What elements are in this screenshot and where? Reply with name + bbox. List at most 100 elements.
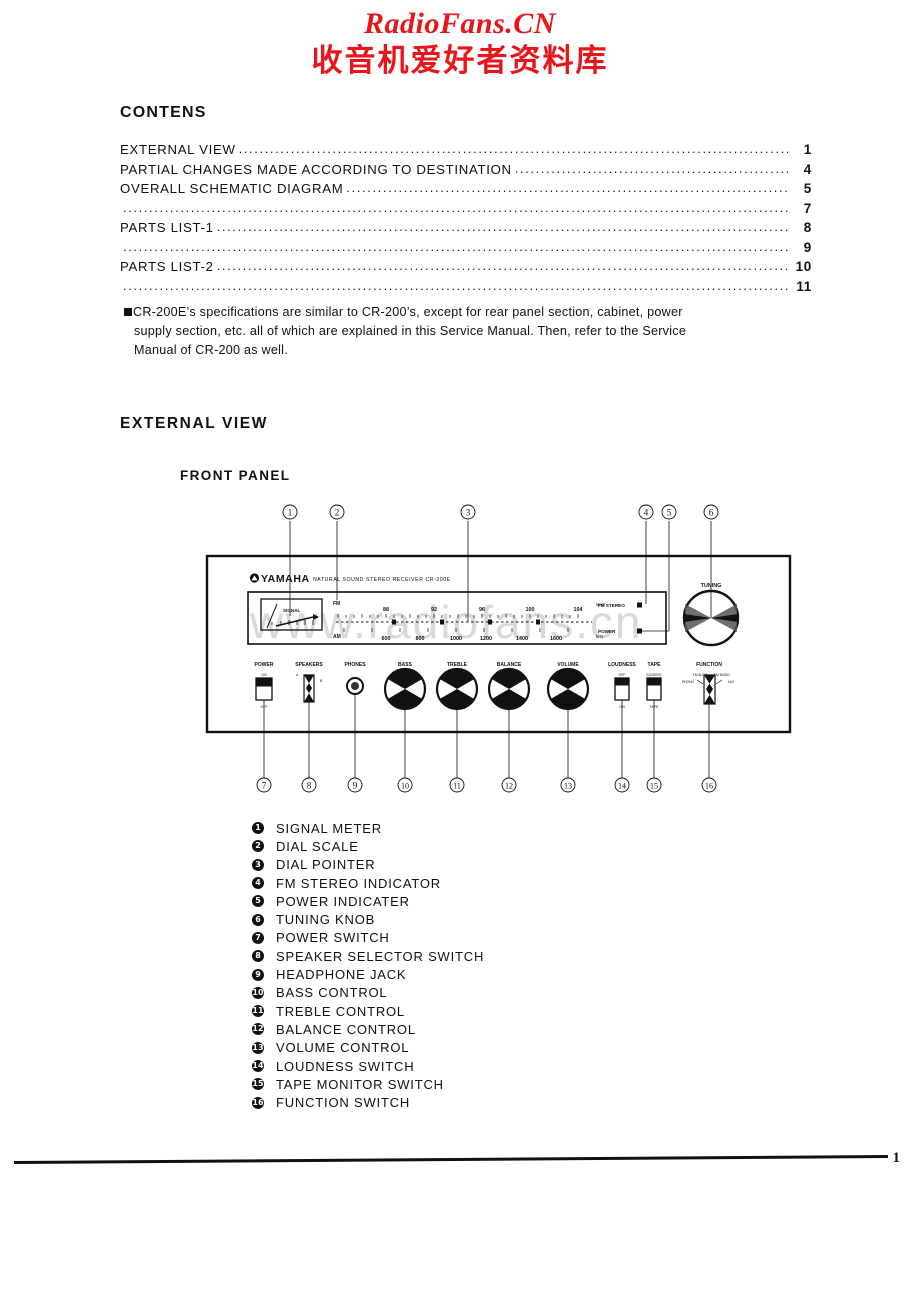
am-scale-ticks — [343, 628, 569, 632]
toc-leader-dots: ........................................… — [123, 199, 788, 215]
svg-text:800: 800 — [416, 636, 425, 642]
svg-text:15: 15 — [650, 782, 658, 791]
note-line-1: CR-200E’s specifications are similar to … — [133, 305, 683, 319]
legend-item-number: 13 — [252, 1041, 264, 1054]
legend-item-label: FUNCTION SWITCH — [276, 1095, 411, 1111]
contents-title: CONTENS — [120, 104, 207, 121]
band-label-am: AM — [333, 634, 341, 640]
callout-leader-lines-top — [289, 521, 712, 632]
svg-text:88: 88 — [383, 607, 389, 613]
legend-item-number: 5 — [252, 895, 264, 908]
toc-entry-page: 10 — [795, 259, 812, 274]
svg-text:AUX: AUX — [728, 680, 736, 684]
yamaha-logo: YAMAHA — [249, 573, 309, 585]
svg-text:1400: 1400 — [516, 636, 528, 642]
legend-item: 13 VOLUME CONTROL — [252, 1039, 484, 1057]
table-of-contents: EXTERNAL VIEW...........................… — [120, 141, 812, 299]
toc-leader-dots: ........................................… — [216, 258, 788, 273]
balance-control-knob — [487, 667, 531, 778]
model-designation-text: NATURAL SOUND STEREO RECEIVER CR-200E — [313, 577, 451, 583]
fm-stereo-indicator: FM STEREO — [598, 602, 642, 608]
toc-entry-page: 7 — [803, 200, 812, 216]
toc-entry[interactable]: ........................................… — [120, 199, 812, 221]
toc-leader-dots: ........................................… — [216, 219, 788, 234]
legend-item-label: LOUDNESS SWITCH — [276, 1058, 415, 1074]
watermark-cjk-text: 收音机爱好者资料库 — [311, 42, 609, 79]
svg-text:1600: 1600 — [550, 636, 562, 642]
page-number: 1 — [892, 1150, 901, 1166]
loudness-switch: OFF ON — [614, 673, 630, 778]
dial-pointer-markers — [392, 619, 540, 625]
compatibility-note: CR-200E’s specifications are similar to … — [124, 303, 804, 360]
legend-item-number: 9 — [252, 968, 264, 981]
toc-leader-dots: ........................................… — [123, 238, 788, 254]
fm-scale-ticks — [337, 614, 579, 618]
site-watermark-header: RadioFans.CN 收音机爱好者资料库 — [0, 8, 920, 80]
legend-item-label: DIAL POINTER — [276, 857, 376, 873]
footer-divider-rule — [14, 1155, 888, 1164]
toc-entry[interactable]: PARTIAL CHANGES MADE ACCORDING TO DESTIN… — [120, 160, 812, 182]
legend-item-label: SIGNAL METER — [276, 820, 382, 836]
svg-text:ON: ON — [619, 705, 625, 709]
svg-text:FM MONO: FM MONO — [714, 673, 730, 677]
legend-item-label: TUNING KNOB — [276, 912, 376, 928]
volume-control-knob — [546, 667, 590, 778]
svg-text:PHONO: PHONO — [682, 680, 695, 684]
legend-item-number: 8 — [252, 950, 264, 963]
legend-item-label: POWER INDICATER — [276, 893, 410, 909]
toc-entry-label: OVERALL SCHEMATIC DIAGRAM — [120, 181, 344, 196]
toc-entry[interactable]: ........................................… — [120, 278, 812, 299]
legend-item-label: DIAL SCALE — [276, 838, 359, 854]
note-line-3: Manual of CR-200 as well. — [134, 343, 288, 357]
legend-item-number: 2 — [252, 840, 264, 853]
svg-text:9: 9 — [353, 781, 358, 791]
svg-text:SOURCE: SOURCE — [646, 673, 662, 677]
note-line-2: supply section, etc. all of which are ex… — [134, 324, 687, 338]
svg-text:FM AUTO: FM AUTO — [693, 673, 708, 677]
svg-text:1: 1 — [288, 508, 293, 518]
control-label-tape: TAPE — [648, 662, 662, 668]
svg-text:11: 11 — [453, 782, 461, 791]
toc-entry[interactable]: PARTS LIST-2............................… — [120, 258, 812, 279]
legend-item-number: 14 — [252, 1060, 264, 1072]
legend-item-label: POWER SWITCH — [276, 930, 390, 946]
legend-item: 2 DIAL SCALE — [252, 837, 484, 855]
toc-leader-dots: ........................................… — [514, 160, 788, 176]
svg-text:14: 14 — [618, 782, 626, 791]
toc-entry-label: PARTS LIST-1 — [120, 220, 214, 235]
svg-text:2: 2 — [335, 508, 340, 518]
legend-item: 12 BALANCE CONTROL — [252, 1020, 484, 1038]
svg-text:7: 7 — [262, 781, 267, 791]
svg-text:10: 10 — [401, 782, 409, 791]
svg-text:6: 6 — [709, 508, 714, 518]
legend-item-number: 16 — [252, 1096, 264, 1109]
toc-entry[interactable]: EXTERNAL VIEW...........................… — [120, 141, 812, 162]
toc-leader-dots: ........................................… — [238, 141, 788, 156]
svg-text:OFF: OFF — [260, 705, 268, 709]
band-label-fm: FM — [333, 601, 340, 607]
toc-entry-page: 4 — [803, 161, 812, 177]
legend-item-number: 12 — [252, 1023, 264, 1036]
svg-text:3: 3 — [466, 508, 471, 518]
tuning-knob-label: TUNING — [701, 583, 722, 589]
svg-text:ON: ON — [261, 673, 267, 677]
control-label-function: FUNCTION — [696, 662, 722, 668]
control-label-power: POWER — [255, 662, 274, 668]
svg-text:600: 600 — [382, 636, 391, 642]
svg-text:104: 104 — [574, 607, 583, 613]
toc-entry-page: 8 — [803, 220, 812, 235]
toc-entry[interactable]: PARTS LIST-1............................… — [120, 219, 812, 240]
unit-label-khz: kHz — [596, 634, 604, 639]
legend-item: 14 LOUDNESS SWITCH — [252, 1057, 484, 1075]
unit-label-mhz: MHz — [596, 602, 605, 607]
toc-leader-dots: ........................................… — [346, 180, 788, 195]
svg-text:POWER: POWER — [598, 629, 616, 634]
toc-entry[interactable]: OVERALL SCHEMATIC DIAGRAM...............… — [120, 180, 812, 201]
legend-item: 5 POWER INDICATER — [252, 892, 484, 910]
svg-text:5: 5 — [667, 508, 672, 518]
callout-circles-top: 1 2 3 4 5 6 — [282, 504, 719, 520]
svg-text:96: 96 — [479, 607, 485, 613]
toc-entry[interactable]: ........................................… — [120, 238, 812, 260]
legend-item-label: TAPE MONITOR SWITCH — [276, 1076, 444, 1092]
panel-watermark-text: www.radiofans.cn — [249, 596, 643, 648]
